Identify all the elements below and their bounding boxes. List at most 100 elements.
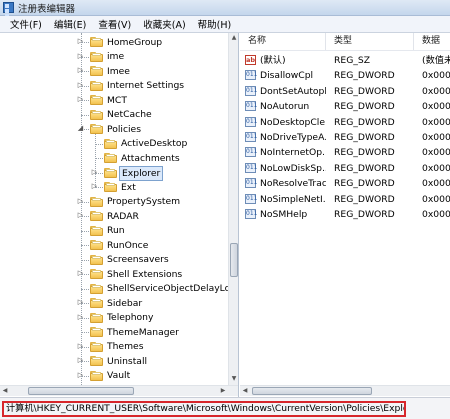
tree-node[interactable]: ▷ ime — [0, 50, 228, 65]
tree-node[interactable]: RunOnce — [0, 238, 228, 253]
expand-arrow-icon[interactable]: ▷ — [77, 212, 84, 219]
tree-node-label[interactable]: Themes — [105, 340, 145, 353]
tree-node-label[interactable]: ime — [105, 50, 126, 63]
tree-node[interactable]: ▷ Sidebar — [0, 296, 228, 311]
values-horizontal-scrollbar[interactable]: ◀ — [240, 385, 450, 396]
tree-node-label[interactable]: Sidebar — [105, 297, 144, 310]
expand-arrow-icon[interactable]: ▷ — [77, 67, 84, 74]
tree-node-label[interactable]: Policies — [105, 123, 143, 136]
scroll-down-arrow-icon[interactable]: ▼ — [229, 374, 238, 384]
expand-arrow-icon[interactable]: ▷ — [77, 38, 84, 45]
column-header-type[interactable]: 类型 — [326, 33, 414, 50]
tree-node[interactable]: ▷ PropertySystem — [0, 195, 228, 210]
tree-node-label[interactable]: Run — [105, 224, 127, 237]
tree-node[interactable]: ▷ Themes — [0, 340, 228, 355]
value-row[interactable]: 011NoResolveTrack REG_DWORD 0x0000 — [240, 176, 450, 191]
menu-file[interactable]: 文件(F) — [4, 17, 48, 31]
scroll-up-arrow-icon[interactable]: ▲ — [229, 33, 238, 43]
tree-node-label[interactable]: Shell Extensions — [105, 268, 184, 281]
folder-icon — [104, 182, 117, 192]
menu-help[interactable]: 帮助(H) — [192, 17, 238, 31]
tree-node[interactable]: ▷ Telephony — [0, 311, 228, 326]
tree-node-label[interactable]: NetCache — [105, 108, 154, 121]
tree-node[interactable]: Screensavers — [0, 253, 228, 268]
tree-node-label[interactable]: Uninstall — [105, 355, 149, 368]
tree-node[interactable]: ShellServiceObjectDelayLoad — [0, 282, 238, 297]
tree-node-label[interactable]: RADAR — [105, 210, 141, 223]
tree-node[interactable]: ▷ HomeGroup — [0, 35, 228, 50]
menu-edit[interactable]: 编辑(E) — [48, 17, 92, 31]
expand-arrow-icon[interactable]: ▷ — [77, 313, 84, 321]
tree-node[interactable]: ▷ Shell Extensions — [0, 267, 228, 282]
expand-arrow-icon[interactable]: ▷ — [77, 96, 84, 103]
expand-arrow-icon[interactable]: ▷ — [77, 357, 84, 364]
tree-node-label[interactable]: Ext — [119, 181, 138, 194]
value-data: 0x0000 — [422, 193, 450, 205]
value-row[interactable]: 011NoAutorun REG_DWORD 0x0000 — [240, 99, 450, 114]
value-row[interactable]: 011NoSimpleNetI... REG_DWORD 0x0000 — [240, 192, 450, 207]
tree-node[interactable]: ▷ Internet Settings — [0, 79, 228, 94]
scroll-left-arrow-icon[interactable]: ◀ — [240, 386, 250, 396]
value-row[interactable]: 011NoDesktopCle... REG_DWORD 0x0000 — [240, 115, 450, 130]
value-row[interactable]: 011DisallowCpl REG_DWORD 0x0000 — [240, 68, 450, 83]
expand-arrow-icon[interactable]: ▷ — [91, 183, 98, 190]
tree-node[interactable]: ▷ RADAR — [0, 209, 228, 224]
scroll-left-arrow-icon[interactable]: ◀ — [0, 386, 10, 396]
column-header-data[interactable]: 数据 — [414, 33, 450, 50]
tree-node-label[interactable]: Screensavers — [105, 253, 171, 266]
tree-horizontal-scroll-thumb[interactable] — [28, 387, 134, 395]
tree-node[interactable]: ▷ MCT — [0, 93, 228, 108]
tree-node-label[interactable]: ActiveDesktop — [119, 137, 189, 150]
tree-node[interactable]: ActiveDesktop — [0, 137, 228, 152]
values-pane[interactable]: 名称 类型 数据 ab (默认) REG_SZ (数值未 011 DisallowCpl R… — [240, 33, 450, 397]
tree-node-label[interactable]: MCT — [105, 94, 129, 107]
expand-arrow-icon[interactable]: ▷ — [91, 168, 98, 176]
value-type: REG_DWORD — [334, 85, 395, 97]
tree-node[interactable]: ▷ Explorer — [0, 166, 228, 181]
values-horizontal-scroll-thumb[interactable] — [252, 387, 372, 395]
tree-node-label[interactable]: Vault — [105, 369, 132, 382]
tree-node[interactable]: NetCache — [0, 108, 228, 123]
menu-view[interactable]: 查看(V) — [92, 17, 137, 31]
value-row[interactable]: 011NoLowDiskSp... REG_DWORD 0x0000 — [240, 161, 450, 176]
tree-node-label[interactable]: Telephony — [105, 311, 155, 324]
column-header-name[interactable]: 名称 — [240, 33, 326, 50]
tree-node[interactable]: ▷ Imee — [0, 64, 228, 79]
expand-arrow-icon[interactable]: ▷ — [77, 81, 84, 89]
tree-node-label[interactable]: Imee — [105, 65, 132, 78]
tree-node[interactable]: Attachments — [0, 151, 228, 166]
tree-node-label[interactable]: ShellServiceObjectDelayLoad — [105, 282, 238, 295]
tree-node-label[interactable]: Internet Settings — [105, 79, 186, 92]
tree-node-label[interactable]: RunOnce — [105, 239, 150, 252]
tree-node-label[interactable]: Explorer — [119, 166, 164, 181]
collapse-arrow-icon[interactable]: ◢ — [77, 125, 84, 132]
expand-arrow-icon[interactable]: ▷ — [77, 371, 84, 379]
expand-arrow-icon[interactable]: ▷ — [77, 299, 84, 306]
expand-arrow-icon[interactable]: ▷ — [77, 197, 84, 205]
scroll-right-arrow-icon[interactable]: ▶ — [218, 386, 228, 396]
folder-icon — [90, 327, 103, 337]
tree-node[interactable]: ▷ Ext — [0, 180, 228, 195]
key-tree-pane[interactable]: ▷ HomeGroup ▷ ime ▷ Imee ▷ Internet Settings ▷ MC… — [0, 33, 239, 397]
tree-vertical-scroll-thumb[interactable] — [230, 243, 238, 277]
menu-favorites[interactable]: 收藏夹(A) — [137, 17, 191, 31]
expand-arrow-icon[interactable]: ▷ — [77, 270, 84, 277]
tree-node[interactable]: ▷ Uninstall — [0, 354, 228, 369]
tree-vertical-scrollbar[interactable]: ▲ ▼ — [228, 33, 238, 385]
expand-arrow-icon[interactable]: ▷ — [77, 342, 84, 350]
tree-horizontal-scrollbar[interactable]: ◀ ▶ — [0, 385, 238, 396]
value-row[interactable]: 011NoDriveTypeA... REG_DWORD 0x0000 — [240, 130, 450, 145]
tree-node-label[interactable]: PropertySystem — [105, 195, 182, 208]
tree-node-label[interactable]: Attachments — [119, 152, 182, 165]
tree-node[interactable]: Run — [0, 224, 228, 239]
value-row[interactable]: 011NoSMHelp REG_DWORD 0x0000 — [240, 207, 450, 222]
tree-node[interactable]: ▷ Vault — [0, 369, 228, 384]
tree-node[interactable]: ◢ Policies — [0, 122, 228, 137]
tree-node[interactable]: ThemeManager — [0, 325, 228, 340]
value-row[interactable]: ab (默认) REG_SZ (数值未 — [240, 53, 450, 68]
tree-node-label[interactable]: HomeGroup — [105, 36, 164, 49]
value-row[interactable]: 011NoInternetOp... REG_DWORD 0x0000 — [240, 145, 450, 160]
expand-arrow-icon[interactable]: ▷ — [77, 52, 84, 60]
value-row[interactable]: 011DontSetAutopl... REG_DWORD 0x0000 — [240, 84, 450, 99]
tree-node-label[interactable]: ThemeManager — [105, 326, 181, 339]
